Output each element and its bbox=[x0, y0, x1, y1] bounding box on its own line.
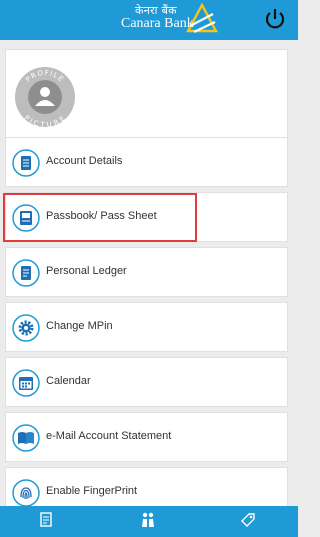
main-content[interactable]: PROFILE PICTURE Account Details Passbook… bbox=[0, 40, 298, 506]
power-icon[interactable] bbox=[262, 6, 288, 32]
menu-email-statement[interactable]: e-Mail Account Statement bbox=[5, 412, 288, 462]
menu-personal-ledger[interactable]: Personal Ledger bbox=[5, 247, 288, 297]
selection-highlight bbox=[3, 193, 197, 242]
calendar-icon bbox=[12, 369, 40, 397]
menu-label: Calendar bbox=[46, 375, 91, 387]
tag-icon[interactable] bbox=[238, 510, 258, 530]
brand-english: Canara Bank bbox=[121, 16, 194, 31]
ledger-icon bbox=[12, 259, 40, 287]
menu-change-mpin[interactable]: Change MPin bbox=[5, 302, 288, 352]
fingerprint-icon bbox=[12, 479, 40, 506]
menu-enable-fingerprint[interactable]: Enable FingerPrint bbox=[5, 467, 288, 506]
app-header: केनरा बैंक Canara Bank bbox=[0, 0, 298, 40]
bottom-nav bbox=[0, 506, 298, 537]
canara-triangle-icon bbox=[185, 2, 219, 33]
menu-label: Account Details bbox=[46, 155, 123, 167]
canara-bank-logo: केनरा बैंक Canara Bank bbox=[121, 2, 221, 38]
book-icon bbox=[12, 424, 40, 452]
menu-label: Change MPin bbox=[46, 320, 113, 332]
menu-label: Enable FingerPrint bbox=[46, 485, 138, 497]
statement-icon[interactable] bbox=[36, 510, 56, 530]
profile-picture[interactable]: PROFILE PICTURE bbox=[14, 66, 76, 128]
gear-icon bbox=[12, 314, 40, 342]
menu-label: e-Mail Account Statement bbox=[46, 430, 172, 442]
document-icon bbox=[12, 149, 40, 177]
people-icon[interactable] bbox=[138, 510, 158, 530]
menu-label: Personal Ledger bbox=[46, 265, 127, 277]
menu-calendar[interactable]: Calendar bbox=[5, 357, 288, 407]
menu-account-details[interactable]: Account Details bbox=[5, 137, 288, 187]
